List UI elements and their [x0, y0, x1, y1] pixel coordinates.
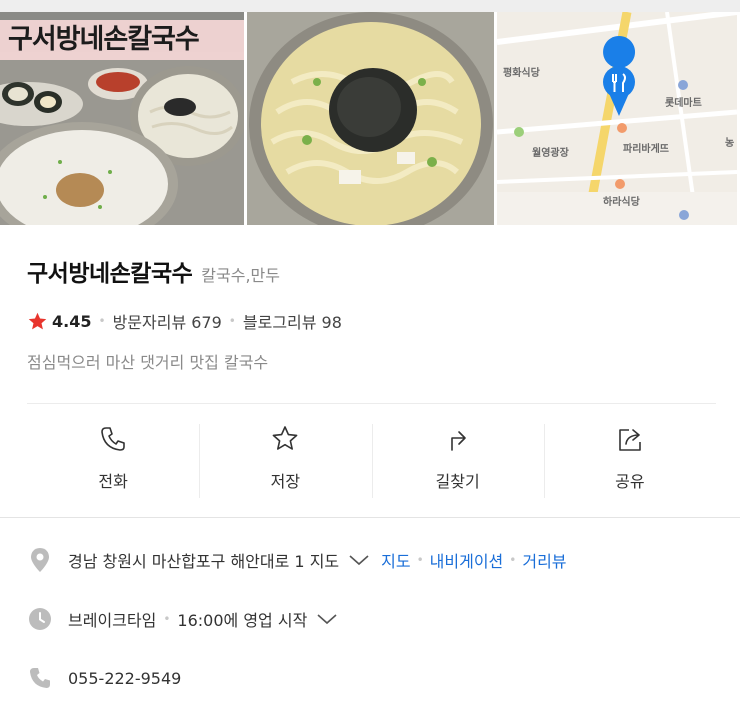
place-name: 구서방네손칼국수	[27, 261, 193, 287]
photo-gallery[interactable]: 구서방네손칼국수 평화식당 롯데마트 월영광장 파리바게뜨 하라식당 농	[0, 12, 740, 225]
divider	[27, 403, 716, 404]
chevron-down-icon[interactable]	[348, 553, 370, 567]
clock-icon	[27, 606, 53, 632]
separator-dot: •	[163, 612, 171, 626]
map-thumbnail[interactable]: 평화식당 롯데마트 월영광장 파리바게뜨 하라식당 농	[497, 12, 737, 225]
action-bar: 전화 저장 길찾기 공유	[27, 424, 716, 498]
phone-filled-icon	[27, 665, 53, 691]
directions-label: 길찾기	[435, 472, 480, 491]
photo-food-spread[interactable]: 구서방네손칼국수	[0, 12, 244, 225]
directions-button[interactable]: 길찾기	[371, 424, 544, 498]
save-label: 저장	[270, 472, 301, 491]
location-pin-icon	[27, 547, 53, 573]
map-link[interactable]: 지도	[381, 548, 410, 572]
phone-icon	[101, 427, 125, 451]
hours-status: 브레이크타임	[68, 611, 157, 630]
top-strip	[0, 0, 740, 12]
visitor-reviews-link[interactable]: 방문자리뷰 679	[113, 309, 222, 333]
address-text[interactable]: 경남 창원시 마산합포구 해안대로 1 지도	[68, 548, 339, 572]
blog-reviews-link[interactable]: 블로그리뷰 98	[243, 309, 342, 333]
save-button[interactable]: 저장	[199, 424, 371, 498]
share-icon	[619, 429, 641, 451]
place-category: 칼국수,만두	[201, 266, 280, 285]
rating-score: 4.45	[52, 311, 92, 331]
map-label-paris: 파리바게뜨	[623, 144, 669, 155]
star-outline-icon	[272, 426, 298, 450]
photo-kalguksu[interactable]	[247, 12, 494, 225]
navigation-link[interactable]: 내비게이션	[430, 548, 504, 572]
separator-dot: •	[416, 553, 424, 567]
star-filled-icon	[28, 312, 47, 329]
call-label: 전화	[98, 472, 128, 491]
phone-row: 055-222-9549	[27, 665, 181, 691]
map-label-peace: 평화식당	[503, 68, 540, 79]
place-description: 점심먹으러 마산 댓거리 맛집 칼국수	[27, 353, 269, 372]
separator-dot: •	[98, 314, 106, 328]
rating-row: 4.45 • 방문자리뷰 679 • 블로그리뷰 98	[27, 309, 342, 333]
map-label-hara: 하라식당	[603, 197, 640, 208]
separator-dot: •	[228, 314, 236, 328]
phone-number[interactable]: 055-222-9549	[68, 669, 181, 688]
share-label: 공유	[615, 472, 645, 491]
address-row: 경남 창원시 마산합포구 해안대로 1 지도 지도 • 내비게이션 • 거리뷰	[27, 547, 567, 573]
hours-row: 브레이크타임 • 16:00에 영업 시작	[27, 606, 349, 632]
streetview-link[interactable]: 거리뷰	[522, 548, 566, 572]
separator-dot: •	[509, 553, 517, 567]
hours-detail: 16:00에 영업 시작	[177, 611, 308, 630]
share-button[interactable]: 공유	[543, 424, 716, 498]
photo-title-overlay: 구서방네손칼국수	[0, 20, 244, 60]
section-divider	[0, 517, 740, 518]
directions-arrow-icon	[450, 431, 466, 451]
place-header: 구서방네손칼국수 칼국수,만두	[27, 254, 280, 288]
map-label-side: 농	[725, 138, 735, 149]
chevron-down-icon[interactable]	[316, 612, 338, 626]
call-button[interactable]: 전화	[27, 424, 199, 498]
map-label-wolyoung: 월영광장	[532, 148, 569, 159]
map-label-lotte: 롯데마트	[665, 98, 702, 109]
